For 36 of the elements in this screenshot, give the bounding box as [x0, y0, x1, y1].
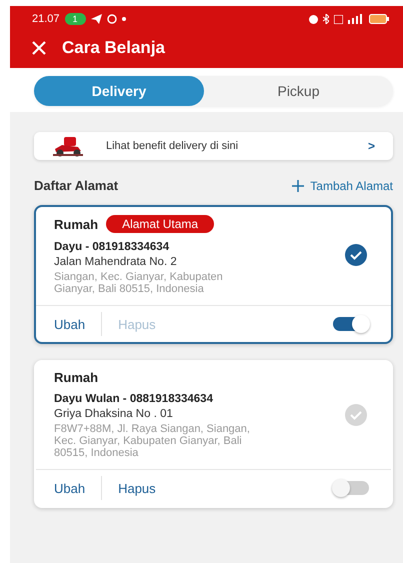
address-detail: F8W7+88M, Jl. Raya Siangan, Siangan, Kec. Gianyar, Kabupaten Gianyar, Bali 80515, Indonesia	[54, 423, 251, 459]
edit-button[interactable]: Ubah	[54, 480, 86, 496]
tab[interactable]: Delivery	[34, 76, 204, 106]
section-title: Daftar Alamat	[34, 178, 118, 193]
street-text: Griya Dhaksina No . 01	[54, 408, 174, 420]
address-detail: Siangan, Kec. Gianyar, Kabupaten Gianyar, Bali 80515, Indonesia	[54, 271, 224, 295]
signal-icon	[348, 14, 364, 24]
contact-text: Dayu Wulan - 0881918334634	[54, 393, 214, 405]
chevron-text: >	[368, 139, 375, 153]
notification-badge: 1	[64, 13, 86, 25]
edit-button[interactable]: Ubah	[54, 316, 86, 332]
dot-icon	[122, 17, 126, 21]
delete-button[interactable]: Hapus	[118, 480, 156, 496]
scooter-icon	[52, 135, 84, 157]
add-address-link[interactable]: Tambah Alamat	[292, 178, 393, 192]
status-time: 21.07	[32, 13, 60, 25]
toggle-switch[interactable]	[333, 317, 369, 331]
tab[interactable]: Pickup	[204, 76, 393, 106]
check-icon[interactable]	[345, 404, 367, 426]
primary-badge: Alamat Utama	[106, 215, 214, 233]
bluetooth-icon	[323, 14, 329, 24]
address-label: Rumah	[54, 370, 98, 385]
address-card[interactable]: Rumah Dayu Wulan - 0881918334634 Griya Dhaksina No . 01 F8W7+88M, Jl. Raya Siangan, Siangan, Kec. Gianyar, Kabupaten Gianyar, Bali 80515, Indonesia Ubah Hapus	[34, 360, 393, 508]
check-icon[interactable]	[345, 244, 367, 266]
address-card[interactable]: Rumah Alamat Utama Dayu - 081918334634 Jalan Mahendrata No. 2 Siangan, Kec. Gianyar, Kabupaten Gianyar, Bali 80515, Indonesia Ubah Hapus	[34, 205, 393, 344]
address-label: Rumah	[54, 216, 98, 232]
battery-icon	[369, 14, 389, 24]
close-icon[interactable]	[32, 41, 46, 55]
street-text: Jalan Mahendrata No. 2	[54, 256, 178, 268]
banner-text: Lihat benefit delivery di sini	[106, 140, 240, 152]
contact-text: Dayu - 081918334634	[54, 241, 170, 253]
send-icon	[90, 14, 102, 24]
page-title: Cara Belanja	[62, 38, 165, 58]
benefit-banner[interactable]: Lihat benefit delivery di sini >	[34, 132, 393, 160]
plus-icon	[292, 180, 304, 192]
toggle-switch[interactable]	[333, 481, 369, 495]
